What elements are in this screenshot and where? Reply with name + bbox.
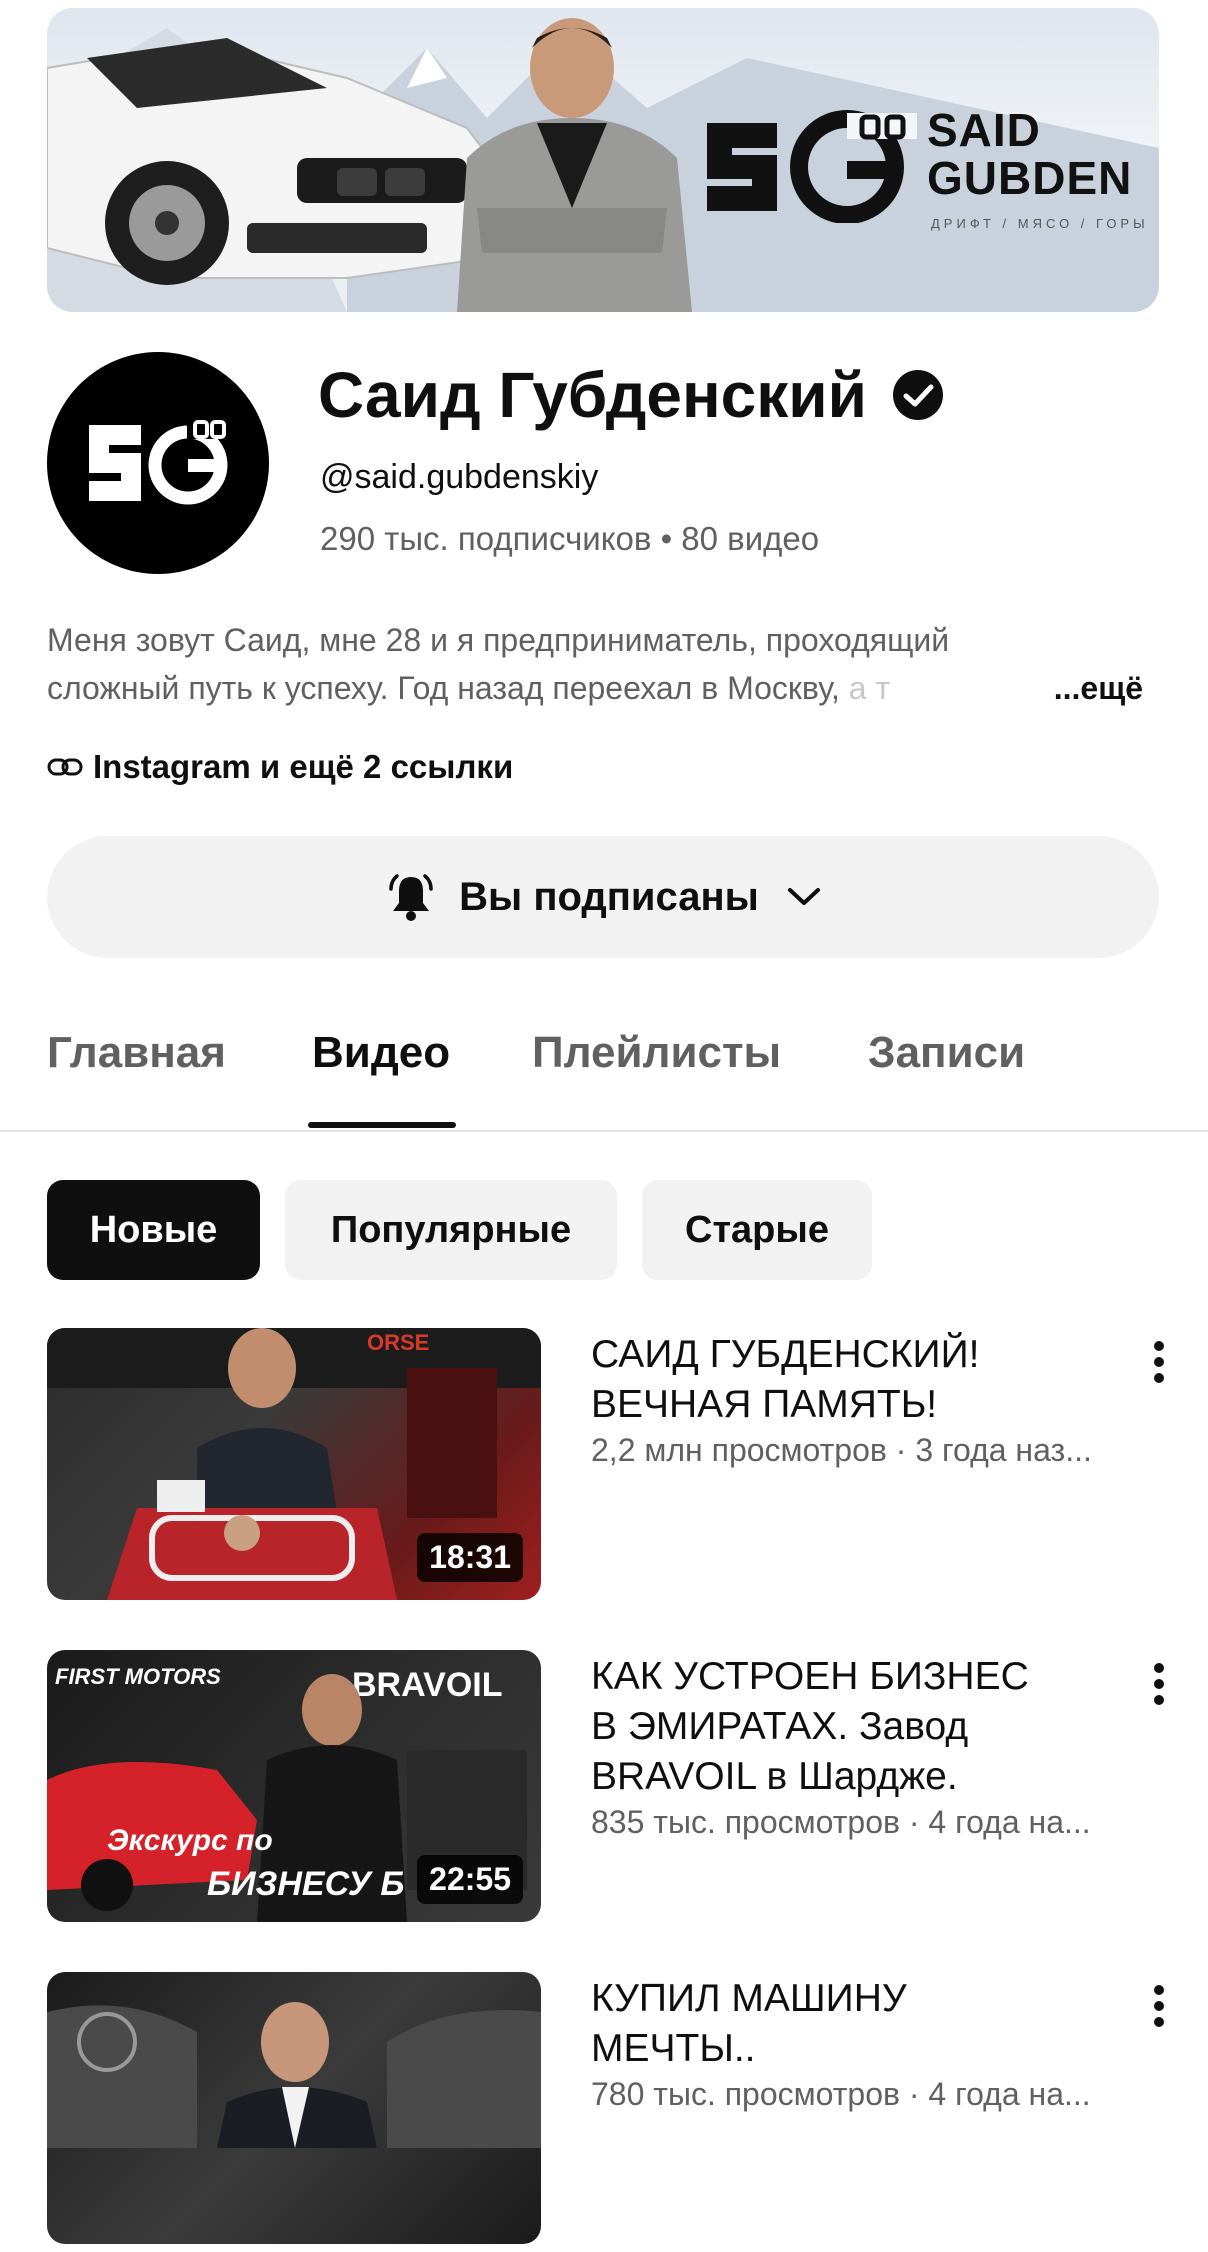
channel-avatar[interactable] [47,352,269,574]
tab-playlists[interactable]: Плейлисты [532,1028,781,1078]
description-more-link[interactable]: ...ещё [1047,664,1143,712]
video-title[interactable]: САИД ГУБДЕНСКИЙ! ВЕЧНАЯ ПАМЯТЬ! [591,1330,1111,1430]
tab-home[interactable]: Главная [47,1028,226,1078]
video-meta: 780 тыс. просмотров · 4 года на... [591,2076,1091,2112]
video-item[interactable]: КУПИЛ МАШИНУ МЕЧТЫ.. 780 тыс. просмотров… [47,1972,1187,2252]
video-duration: 22:55 [417,1855,523,1904]
tab-videos[interactable]: Видео [312,1028,450,1078]
channel-tabs: Главная Видео Плейлисты Записи [0,1000,1208,1132]
more-options-icon[interactable] [1147,1338,1171,1386]
filter-chip-old[interactable]: Старые [642,1180,872,1280]
banner-sg-logo [707,110,917,223]
subscribed-label: Вы подписаны [459,874,759,919]
video-title[interactable]: КАК УСТРОЕН БИЗНЕС В ЭМИРАТАХ. Завод BRA… [591,1652,1111,1802]
banner-person-image [457,18,692,312]
channel-name: Саид Губденский [318,359,867,431]
banner-tagline: ДРИФТ / МЯСО / ГОРЫ [931,216,1149,231]
active-tab-indicator [308,1122,456,1128]
video-thumbnail[interactable]: FIRST MOTORS BRAVOIL Экскурс по БИЗНЕСУ … [47,1650,541,1922]
video-item[interactable]: ORSE 18:31 САИД ГУБДЕНСКИЙ! ВЕЧНАЯ ПАМЯТ… [47,1328,1187,1608]
link-icon [47,758,83,776]
channel-description[interactable]: Меня зовут Саид, мне 28 и я предпринимат… [47,616,1157,712]
subscribed-button[interactable]: Вы подписаны [47,836,1159,958]
description-line: Меня зовут Саид, мне 28 и я предпринимат… [47,622,950,658]
thumbnail-text: БИЗНЕСУ Б [207,1865,404,1903]
sg-logo-icon [89,419,233,505]
bell-ring-icon [389,874,433,921]
chevron-down-icon [787,888,820,905]
more-options-icon[interactable] [1147,1660,1171,1708]
thumbnail-text: FIRST MOTORS [55,1664,221,1689]
video-title[interactable]: КУПИЛ МАШИНУ МЕЧТЫ.. [591,1974,1111,2074]
video-duration: 18:31 [417,1533,523,1582]
banner-channel-name: SAID GUBDEN [927,104,1133,204]
more-options-icon[interactable] [1147,1982,1171,2030]
video-thumbnail[interactable]: ORSE 18:31 [47,1328,541,1600]
channel-banner: SAID GUBDEN ДРИФТ / МЯСО / ГОРЫ [47,8,1159,312]
links-label: Instagram и ещё 2 ссылки [93,748,514,785]
thumbnail-text: BRAVOIL [352,1666,502,1704]
video-item[interactable]: FIRST MOTORS BRAVOIL Экскурс по БИЗНЕСУ … [47,1650,1187,1930]
video-meta: 835 тыс. просмотров · 4 года на... [591,1804,1091,1840]
channel-handle: @said.gubdenskiy [320,458,599,496]
verified-check-icon [892,370,943,420]
thumbnail-text: Экскурс по [107,1824,273,1857]
thumbnail-text: ORSE [367,1330,429,1355]
description-line: сложный путь к успеху. Год назад перееха… [47,664,1157,712]
video-meta: 2,2 млн просмотров · 3 года наз... [591,1432,1092,1468]
channel-stats: 290 тыс. подписчиков • 80 видео [320,520,820,557]
channel-title: Саид Губденский [318,355,945,435]
tab-posts[interactable]: Записи [868,1028,1025,1078]
video-thumbnail[interactable] [47,1972,541,2244]
filter-chip-new[interactable]: Новые [47,1180,260,1280]
channel-links[interactable]: Instagram и ещё 2 ссылки [47,748,513,786]
thumbnail-image [47,2002,541,2148]
filter-chip-popular[interactable]: Популярные [285,1180,617,1280]
